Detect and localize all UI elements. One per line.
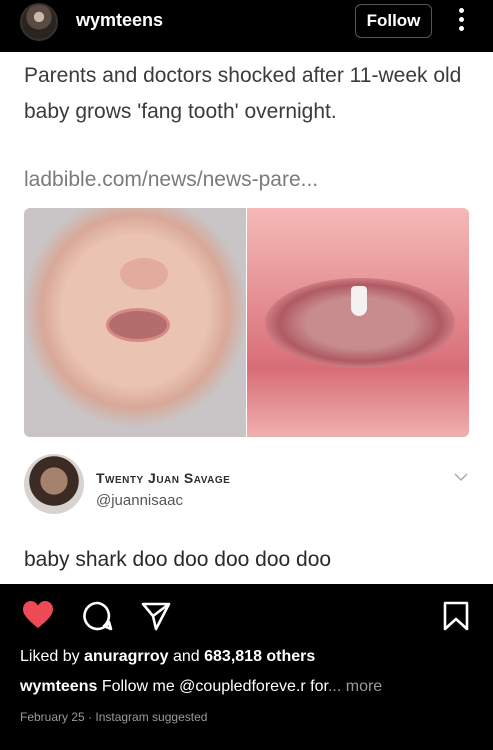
likes-count[interactable]: 683,818 others (204, 648, 315, 665)
reply-avatar (24, 454, 84, 514)
reply-text: baby shark doo doo doo doo doo (24, 548, 332, 571)
fang-tooth (351, 286, 367, 316)
more-options-icon[interactable] (454, 8, 468, 38)
article-link: ladbible.com/news/news-pare... (24, 168, 319, 191)
heart-icon[interactable] (22, 600, 54, 630)
post-header: wymteens Follow (0, 0, 493, 52)
caption-username[interactable]: wymteens (20, 678, 97, 695)
caption-more-link[interactable]: ... more (328, 678, 382, 695)
caption: wymteens Follow me @coupledforeve.r for.… (20, 678, 480, 696)
bookmark-icon[interactable] (442, 600, 470, 632)
baby-mouth (106, 308, 170, 342)
reply-handle: @juannisaac (96, 492, 183, 509)
likes-prefix: Liked by (20, 648, 80, 665)
article-headline: Parents and doctors shocked after 11-wee… (24, 64, 462, 123)
caption-text: Follow me @coupledforeve.r for (101, 678, 328, 695)
follow-button[interactable]: Follow (355, 4, 432, 38)
share-icon[interactable] (140, 600, 172, 632)
baby-face-photo (24, 208, 246, 437)
likes-summary[interactable]: Liked by anuragrroy and 683,818 others (20, 648, 315, 666)
action-bar (0, 584, 493, 644)
likes-user[interactable]: anuragrroy (84, 648, 168, 665)
post-date: February 25 · Instagram suggested (20, 710, 208, 724)
profile-avatar[interactable] (20, 3, 58, 41)
baby-nose (120, 258, 168, 290)
post-image[interactable]: Parents and doctors shocked after 11-wee… (0, 52, 493, 584)
header-username[interactable]: wymteens (76, 10, 163, 31)
comment-icon[interactable] (82, 600, 114, 632)
chevron-down-icon (454, 473, 468, 482)
baby-tooth-closeup-photo (247, 208, 469, 437)
reply-display-name: Twenty Juan Savage (96, 470, 231, 486)
likes-middle: and (172, 648, 200, 665)
